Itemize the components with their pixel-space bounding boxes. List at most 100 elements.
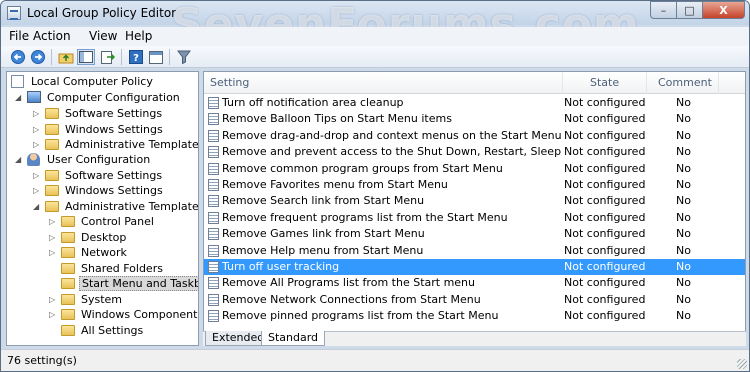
collapsed-arrow-icon[interactable]: ▷ — [33, 183, 41, 198]
folder-icon — [45, 201, 59, 212]
tree-item-control-panel[interactable]: ▷ Control Panel — [49, 214, 196, 229]
policy-setting-icon — [208, 228, 219, 240]
forward-button[interactable] — [29, 49, 47, 65]
help-button[interactable]: ? — [127, 49, 145, 65]
collapsed-arrow-icon[interactable]: ▷ — [33, 137, 41, 152]
tree-item-software-settings[interactable]: ▷ Software Settings — [33, 106, 196, 121]
collapsed-arrow-icon[interactable]: ▷ — [49, 214, 57, 229]
policy-setting-icon — [208, 245, 219, 257]
toolbar: ? — [1, 46, 749, 68]
list-row[interactable]: Remove Help menu from Start Menu Not con… — [204, 243, 745, 259]
folder-icon — [61, 232, 75, 243]
toolbar-separator — [51, 49, 52, 65]
tree-item-windows-components[interactable]: ▷ Windows Components — [49, 307, 198, 322]
tree-item-label: Administrative Templates — [65, 138, 199, 151]
folder-icon — [61, 216, 75, 227]
minimize-button[interactable]: – — [650, 1, 676, 19]
menu-file[interactable]: File — [9, 29, 29, 43]
column-divider[interactable] — [718, 72, 719, 94]
column-header-setting[interactable]: Setting — [210, 76, 249, 89]
list-row[interactable]: Remove frequent programs list from the S… — [204, 210, 745, 226]
collapsed-arrow-icon[interactable]: ▷ — [33, 122, 41, 137]
tree-item-windows-settings[interactable]: ▷ Windows Settings — [33, 183, 196, 198]
menu-action[interactable]: Action — [33, 29, 71, 43]
column-header-state[interactable]: State — [590, 76, 619, 89]
tree-pane[interactable]: Local Computer Policy ◢ Computer Configu… — [6, 71, 199, 346]
tree-item-software-settings[interactable]: ▷ Software Settings — [33, 168, 196, 183]
collapsed-arrow-icon[interactable]: ▷ — [49, 292, 57, 307]
show-hide-tree-button[interactable] — [77, 49, 95, 65]
list-row[interactable]: Remove drag-and-drop and context menus o… — [204, 128, 745, 144]
tree-item-all-settings[interactable]: All Settings — [49, 323, 196, 338]
tree-item-shared-folders[interactable]: Shared Folders — [49, 261, 196, 276]
list-row-selected[interactable]: Turn off user tracking Not configured No — [204, 259, 745, 275]
policy-editor-icon[interactable] — [7, 6, 21, 20]
tree-item-administrative-templates[interactable]: ◢ Administrative Templates — [33, 199, 198, 214]
expanded-arrow-icon[interactable]: ◢ — [15, 152, 23, 167]
properties-button[interactable] — [147, 49, 165, 65]
folder-icon — [61, 278, 75, 289]
title-bar[interactable]: Local Group Policy Editor SevenForums.co… — [1, 1, 749, 50]
collapsed-arrow-icon[interactable]: ▷ — [33, 106, 41, 121]
tree-item-label: Control Panel — [81, 215, 154, 228]
policy-doc-icon — [11, 75, 24, 88]
view-tabs: Extended Standard — [203, 331, 746, 346]
status-bar: 76 setting(s) — [1, 349, 749, 371]
status-count: 76 setting(s) — [7, 354, 77, 367]
expanded-arrow-icon[interactable]: ◢ — [33, 199, 41, 214]
cell-comment: No — [676, 260, 691, 273]
close-button[interactable]: X — [702, 1, 745, 19]
tree-item-network[interactable]: ▷ Network — [49, 245, 196, 260]
expanded-arrow-icon[interactable]: ◢ — [15, 90, 23, 105]
cell-comment: No — [676, 293, 691, 306]
list-row[interactable]: Remove common program groups from Start … — [204, 161, 745, 177]
policy-setting-icon — [208, 261, 219, 273]
policy-setting-icon — [208, 212, 219, 224]
tab-standard[interactable]: Standard — [261, 331, 326, 346]
list-row[interactable]: Remove Games link from Start Menu Not co… — [204, 226, 745, 242]
menu-view[interactable]: View — [89, 29, 117, 43]
list-row[interactable]: Remove Favorites menu from Start Menu No… — [204, 177, 745, 193]
resize-grip-icon[interactable] — [737, 359, 747, 369]
cell-state: Not configured — [564, 293, 646, 306]
up-folder-button[interactable] — [57, 49, 75, 65]
collapsed-arrow-icon[interactable]: ▷ — [49, 307, 57, 322]
export-list-button[interactable] — [99, 49, 117, 65]
collapsed-arrow-icon[interactable]: ▷ — [49, 245, 57, 260]
tree-item-label: Windows Settings — [65, 123, 163, 136]
list-row[interactable]: Turn off notification area cleanup Not c… — [204, 95, 745, 111]
folder-icon — [45, 108, 59, 119]
maximize-button[interactable]: □ — [676, 1, 702, 19]
tree-item-start-menu-and-taskbar[interactable]: Start Menu and Taskbar — [49, 276, 198, 291]
column-divider[interactable] — [562, 72, 563, 94]
tree-item-computer-configuration[interactable]: ◢ Computer Configuration — [15, 90, 196, 105]
back-button[interactable] — [9, 49, 27, 65]
tree-item-administrative-templates[interactable]: ▷ Administrative Templates — [33, 137, 199, 152]
list-row[interactable]: Remove Network Connections from Start Me… — [204, 292, 745, 308]
menu-help[interactable]: Help — [125, 29, 152, 43]
settings-list[interactable]: Setting State Comment Turn off notificat… — [203, 71, 746, 346]
list-row[interactable]: Remove Balloon Tips on Start Menu items … — [204, 111, 745, 127]
tree-item-windows-settings[interactable]: ▷ Windows Settings — [33, 122, 196, 137]
tree-item-system[interactable]: ▷ System — [49, 292, 196, 307]
column-header-comment[interactable]: Comment — [658, 76, 712, 89]
cell-setting: Remove Favorites menu from Start Menu — [222, 178, 448, 191]
tree-item-label: Network — [81, 246, 127, 259]
cell-comment: No — [676, 309, 691, 322]
list-row[interactable]: Remove and prevent access to the Shut Do… — [204, 144, 745, 160]
help-icon: ? — [129, 50, 143, 64]
collapsed-arrow-icon[interactable]: ▷ — [33, 168, 41, 183]
tree-item-desktop[interactable]: ▷ Desktop — [49, 230, 196, 245]
cell-state: Not configured — [564, 309, 646, 322]
tree-item-local-computer-policy[interactable]: Local Computer Policy — [11, 74, 196, 89]
show-hide-tree-icon — [79, 51, 93, 63]
tree-item-user-configuration[interactable]: ◢ User Configuration — [15, 152, 196, 167]
policy-setting-icon — [208, 163, 219, 175]
list-row[interactable]: Remove pinned programs list from the Sta… — [204, 308, 745, 324]
collapsed-arrow-icon[interactable]: ▷ — [49, 230, 57, 245]
list-row[interactable]: Remove All Programs list from the Start … — [204, 275, 745, 291]
folder-icon — [61, 309, 75, 320]
filter-button[interactable] — [175, 49, 193, 65]
list-row[interactable]: Remove Search link from Start Menu Not c… — [204, 193, 745, 209]
column-divider[interactable] — [646, 72, 647, 94]
